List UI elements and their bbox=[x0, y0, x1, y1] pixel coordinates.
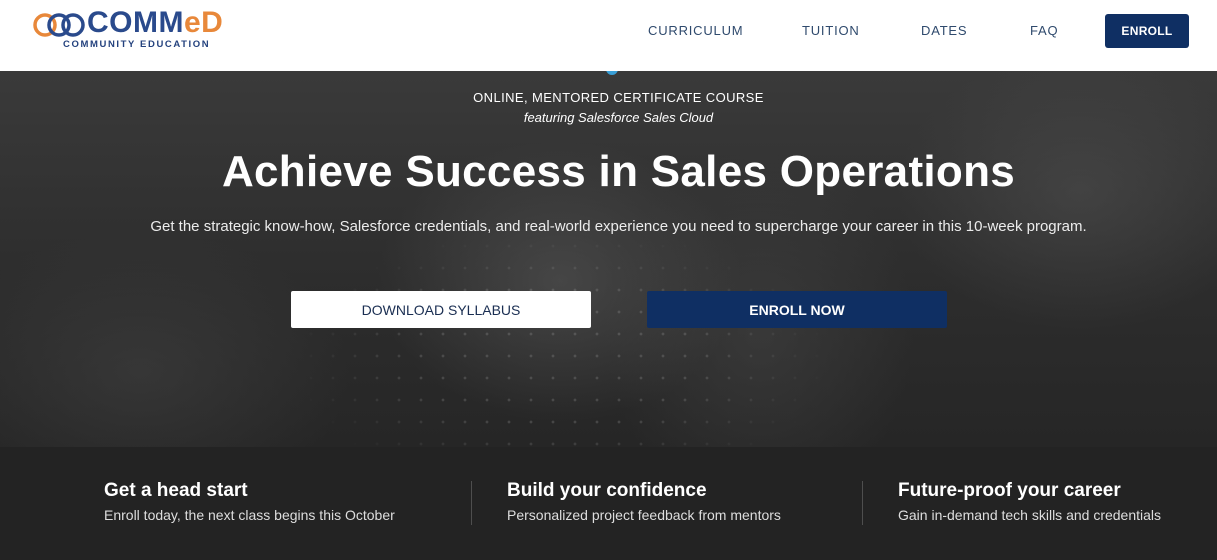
hero-section: ONLINE, MENTORED CERTIFICATE COURSE feat… bbox=[0, 71, 1217, 447]
feature-text: Enroll today, the next class begins this… bbox=[104, 507, 395, 523]
enroll-now-button[interactable]: ENROLL NOW bbox=[647, 291, 947, 328]
feature-confidence: Build your confidence Personalized proje… bbox=[507, 480, 781, 523]
nav-tuition[interactable]: TUITION bbox=[802, 23, 860, 38]
hero-title: Achieve Success in Sales Operations bbox=[221, 147, 1016, 196]
enroll-button[interactable]: ENROLL bbox=[1105, 14, 1189, 48]
feature-head-start: Get a head start Enroll today, the next … bbox=[104, 480, 395, 523]
hero-eyebrow: ONLINE, MENTORED CERTIFICATE COURSE bbox=[473, 90, 764, 105]
feature-text: Gain in-demand tech skills and credentia… bbox=[898, 507, 1162, 523]
logo-main-text: COMM bbox=[87, 6, 184, 39]
download-syllabus-button[interactable]: DOWNLOAD SYLLABUS bbox=[291, 291, 591, 328]
logo-accent-text: eD bbox=[183, 6, 224, 39]
nav-faq[interactable]: FAQ bbox=[1030, 23, 1058, 38]
feature-title: Get a head start bbox=[104, 480, 248, 501]
site-header: COMMeD COMMUNITY EDUCATION CURRICULUM TU… bbox=[0, 0, 1217, 71]
logo-subtitle: COMMUNITY EDUCATION bbox=[63, 39, 211, 50]
nav-curriculum[interactable]: CURRICULUM bbox=[648, 23, 743, 38]
feature-divider bbox=[471, 481, 472, 525]
logo-rings-icon bbox=[33, 13, 85, 37]
hero-eyebrow-featuring: featuring Salesforce Sales Cloud bbox=[523, 110, 714, 125]
feature-future-proof: Future-proof your career Gain in-demand … bbox=[898, 480, 1161, 523]
commed-logo[interactable]: COMMeD COMMUNITY EDUCATION bbox=[33, 6, 248, 52]
feature-title: Future-proof your career bbox=[898, 480, 1121, 501]
feature-strip: Get a head start Enroll today, the next … bbox=[0, 447, 1217, 560]
nav-dates[interactable]: DATES bbox=[921, 23, 967, 38]
feature-title: Build your confidence bbox=[507, 480, 707, 501]
hero-subtitle: Get the strategic know-how, Salesforce c… bbox=[150, 218, 1087, 235]
logo-wordmark: COMMeD bbox=[87, 7, 223, 39]
feature-text: Personalized project feedback from mento… bbox=[507, 507, 781, 523]
hero-accent-dot bbox=[606, 71, 618, 75]
feature-divider bbox=[862, 481, 863, 525]
